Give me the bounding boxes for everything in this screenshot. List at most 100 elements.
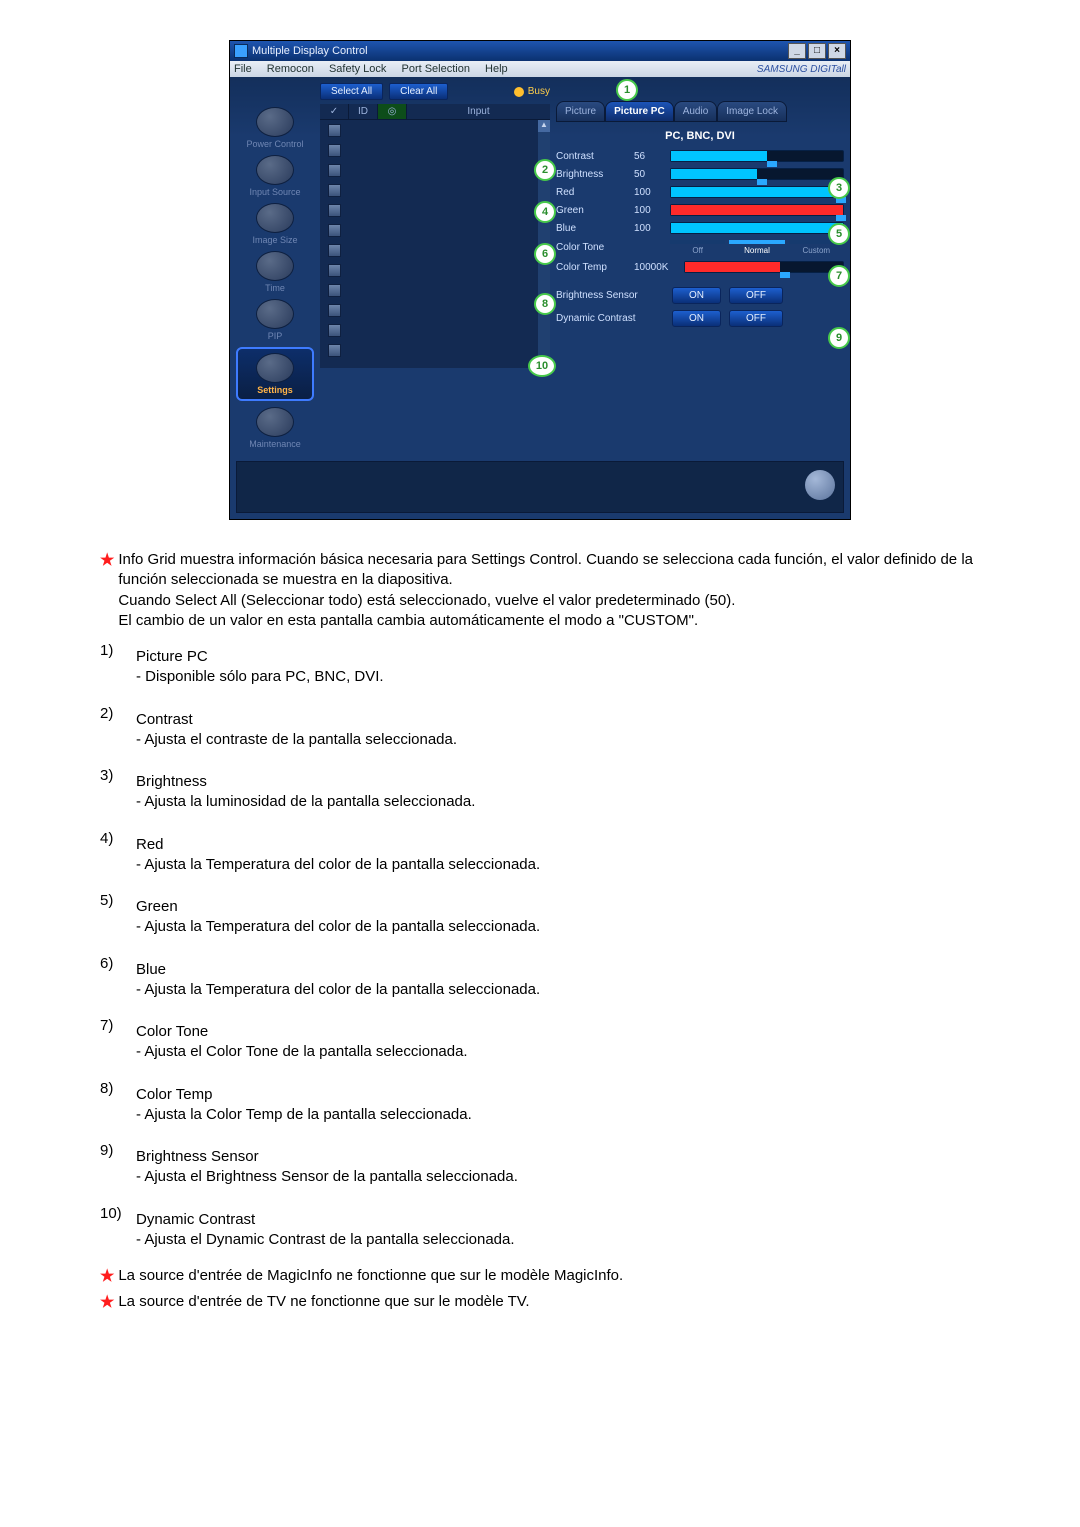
busy-indicator: Busy: [514, 86, 550, 97]
sidebar: Power Control Input Source Image Size Ti…: [236, 83, 314, 449]
grid-row[interactable]: [320, 120, 550, 140]
callout-3: 3: [828, 177, 850, 199]
grid-row[interactable]: [320, 320, 550, 340]
minimize-button[interactable]: _: [788, 43, 806, 59]
brightness-sensor-on[interactable]: ON: [672, 287, 721, 304]
foot-note-2: ★ La source d'entrée de TV ne fonctionne…: [100, 1292, 980, 1314]
color-temp-row: Color Temp 10000K: [556, 261, 844, 273]
menubar: File Remocon Safety Lock Port Selection …: [230, 61, 850, 77]
blue-row: Blue 100: [556, 222, 844, 234]
busy-icon: [514, 87, 524, 97]
foot-note-1: ★ La source d'entrée de MagicInfo ne fon…: [100, 1266, 980, 1288]
settings-panel: 1 Picture Picture PC Audio Image Lock PC…: [556, 83, 844, 449]
tab-audio[interactable]: Audio: [674, 101, 718, 122]
menu-help[interactable]: Help: [485, 63, 508, 75]
scroll-up-icon[interactable]: ▲: [538, 120, 550, 132]
grid-row[interactable]: [320, 340, 550, 360]
sidebar-item-input-source[interactable]: Input Source: [236, 155, 314, 197]
menu-remocon[interactable]: Remocon: [267, 63, 314, 75]
callout-5: 5: [828, 223, 850, 245]
doc-list-item: 8)Color Temp- Ajusta la Color Temp de la…: [100, 1079, 980, 1132]
color-temp-slider[interactable]: [684, 261, 844, 273]
grid-row[interactable]: [320, 160, 550, 180]
row-checkbox[interactable]: [328, 224, 341, 237]
callout-8: 8: [534, 293, 556, 315]
row-checkbox[interactable]: [328, 264, 341, 277]
grid-row[interactable]: [320, 180, 550, 200]
brightness-sensor-off[interactable]: OFF: [729, 287, 783, 304]
doc-list-item: 9)Brightness Sensor- Ajusta el Brightnes…: [100, 1141, 980, 1194]
select-all-button[interactable]: Select All: [320, 83, 383, 100]
callout-10: 10: [528, 355, 556, 377]
row-checkbox[interactable]: [328, 164, 341, 177]
info-icon: [805, 470, 835, 500]
document-text: ★ Info Grid muestra información básica n…: [100, 550, 980, 1313]
maintenance-icon: [256, 407, 294, 437]
close-button[interactable]: ×: [828, 43, 846, 59]
doc-list-item: 6)Blue- Ajusta la Temperatura del color …: [100, 954, 980, 1007]
menu-safety-lock[interactable]: Safety Lock: [329, 63, 386, 75]
image-size-icon: [256, 203, 294, 233]
dynamic-contrast-on[interactable]: ON: [672, 310, 721, 327]
sidebar-item-pip[interactable]: PIP: [236, 299, 314, 341]
dynamic-contrast-off[interactable]: OFF: [729, 310, 783, 327]
row-checkbox[interactable]: [328, 184, 341, 197]
grid-row[interactable]: [320, 300, 550, 320]
grid-row[interactable]: [320, 280, 550, 300]
power-icon: [256, 107, 294, 137]
clear-all-button[interactable]: Clear All: [389, 83, 448, 100]
sidebar-item-time[interactable]: Time: [236, 251, 314, 293]
grid-row[interactable]: [320, 220, 550, 240]
row-checkbox[interactable]: [328, 344, 341, 357]
info-grid: ✓ ID ◎ Input ▲: [320, 104, 550, 368]
green-row: Green 100: [556, 204, 844, 216]
sidebar-item-settings[interactable]: Settings: [236, 347, 314, 401]
row-checkbox[interactable]: [328, 124, 341, 137]
sidebar-item-maintenance[interactable]: Maintenance: [236, 407, 314, 449]
row-checkbox[interactable]: [328, 324, 341, 337]
maximize-button[interactable]: □: [808, 43, 826, 59]
settings-icon: [256, 353, 294, 383]
tab-image-lock[interactable]: Image Lock: [717, 101, 787, 122]
brightness-sensor-row: Brightness Sensor ONOFF: [556, 287, 844, 304]
star-icon: ★: [100, 550, 114, 631]
tab-picture-pc[interactable]: Picture PC: [605, 101, 674, 122]
red-slider[interactable]: [670, 186, 844, 198]
input-source-icon: [256, 155, 294, 185]
row-checkbox[interactable]: [328, 204, 341, 217]
doc-list-item: 3)Brightness- Ajusta la luminosidad de l…: [100, 766, 980, 819]
blue-slider[interactable]: [670, 222, 844, 234]
brightness-slider[interactable]: [670, 168, 844, 180]
brand-label: SAMSUNG DIGITall: [757, 64, 846, 75]
row-checkbox[interactable]: [328, 144, 341, 157]
row-checkbox[interactable]: [328, 284, 341, 297]
red-row: Red 100: [556, 186, 844, 198]
menu-port-selection[interactable]: Port Selection: [401, 63, 469, 75]
grid-row[interactable]: [320, 260, 550, 280]
callout-1: 1: [616, 79, 638, 101]
doc-list-item: 4)Red- Ajusta la Temperatura del color d…: [100, 829, 980, 882]
tab-picture[interactable]: Picture: [556, 101, 605, 122]
dynamic-contrast-row: Dynamic Contrast ONOFF: [556, 310, 844, 327]
doc-list-item: 7)Color Tone- Ajusta el Color Tone de la…: [100, 1016, 980, 1069]
green-slider[interactable]: [670, 204, 844, 216]
star-icon: ★: [100, 1266, 114, 1288]
grid-row[interactable]: [320, 200, 550, 220]
grid-row[interactable]: [320, 140, 550, 160]
grid-body[interactable]: ▲: [320, 120, 550, 368]
app-icon: [234, 44, 248, 58]
grid-row[interactable]: [320, 240, 550, 260]
color-tone-selector[interactable]: Off Normal Custom: [670, 240, 844, 255]
row-checkbox[interactable]: [328, 244, 341, 257]
pip-icon: [256, 299, 294, 329]
callout-9: 9: [828, 327, 850, 349]
callout-4: 4: [534, 201, 556, 223]
callout-7: 7: [828, 265, 850, 287]
doc-list-item: 10)Dynamic Contrast- Ajusta el Dynamic C…: [100, 1204, 980, 1257]
sidebar-item-image-size[interactable]: Image Size: [236, 203, 314, 245]
panel-subtitle: PC, BNC, DVI: [556, 130, 844, 142]
menu-file[interactable]: File: [234, 63, 252, 75]
contrast-slider[interactable]: [670, 150, 844, 162]
sidebar-item-power-control[interactable]: Power Control: [236, 107, 314, 149]
row-checkbox[interactable]: [328, 304, 341, 317]
